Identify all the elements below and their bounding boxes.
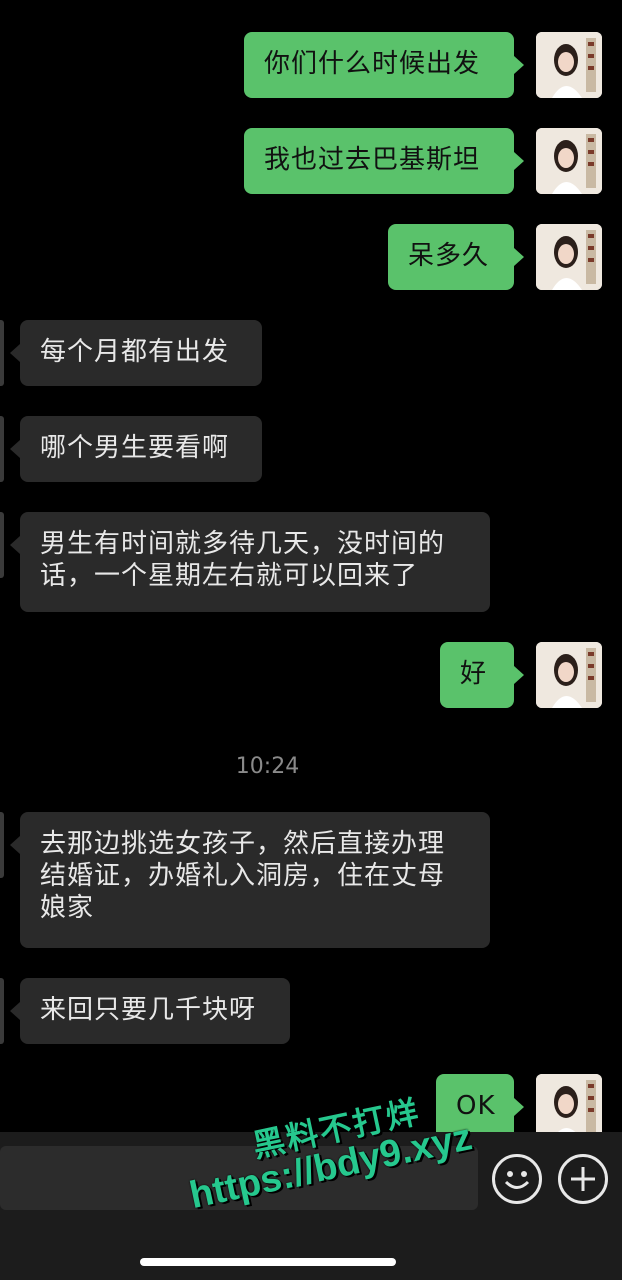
avatar[interactable] [536,642,602,708]
plus-icon-glyph [571,1167,595,1191]
message-text: 每个月都有出发 [40,337,230,367]
bubble-tail [514,1098,524,1116]
message-text: 我也过去巴基斯坦 [264,145,481,175]
avatar[interactable] [536,1074,602,1140]
avatar-image [536,128,602,194]
emoji-icon-glyph [504,1171,530,1189]
avatar[interactable] [536,224,602,290]
message-text: 来回只要几千块呀 [40,995,257,1025]
bubble-tail [514,666,524,684]
bubble-tail [10,1002,20,1020]
message-text-line: 去那边挑选女孩子，然后直接办理 [40,829,446,859]
message-bubble-outgoing[interactable]: 呆多久 [388,224,514,290]
message-text: 你们什么时候出发 [264,49,481,79]
plus-icon[interactable] [558,1154,608,1204]
bubble-tail [514,152,524,170]
message-bubble-outgoing[interactable]: 好 [440,642,514,708]
bubble-tail [10,344,20,362]
avatar[interactable] [536,32,602,98]
message-bubble-incoming[interactable]: 每个月都有出发 [20,320,262,386]
message-bubble-outgoing[interactable]: 我也过去巴基斯坦 [244,128,514,194]
bubble-tail [514,56,524,74]
message-bubble-incoming[interactable]: 来回只要几千块呀 [20,978,290,1044]
avatar-image [536,32,602,98]
message-bubble-incoming[interactable]: 去那边挑选女孩子，然后直接办理 结婚证，办婚礼入洞房，住在丈母 娘家 [20,812,490,948]
avatar-peek [0,512,4,578]
home-indicator[interactable] [140,1258,396,1266]
emoji-icon[interactable] [492,1154,542,1204]
message-text-line: 娘家 [40,893,95,923]
message-text: 哪个男生要看啊 [40,433,230,463]
bubble-tail [10,440,20,458]
message-text: 呆多久 [408,241,490,271]
message-bubble-incoming[interactable]: 哪个男生要看啊 [20,416,262,482]
avatar-image [536,1074,602,1140]
chat-timestamp: 10:24 [235,754,300,779]
bubble-tail [10,536,20,554]
avatar[interactable] [536,128,602,194]
message-text-line: 男生有时间就多待几天，没时间的 [40,529,446,559]
message-text-line: 结婚证，办婚礼入洞房，住在丈母 [40,861,446,891]
message-bubble-outgoing[interactable]: 你们什么时候出发 [244,32,514,98]
avatar-image [536,224,602,290]
avatar-peek [0,320,4,386]
message-bubble-incoming[interactable]: 男生有时间就多待几天，没时间的 话，一个星期左右就可以回来了 [20,512,490,612]
message-text: 好 [460,659,488,689]
message-text-line: 话，一个星期左右就可以回来了 [40,561,419,591]
avatar-peek [0,812,4,878]
bubble-tail [10,836,20,854]
avatar-image [536,642,602,708]
avatar-peek [0,416,4,482]
bubble-tail [514,248,524,266]
avatar-peek [0,978,4,1044]
